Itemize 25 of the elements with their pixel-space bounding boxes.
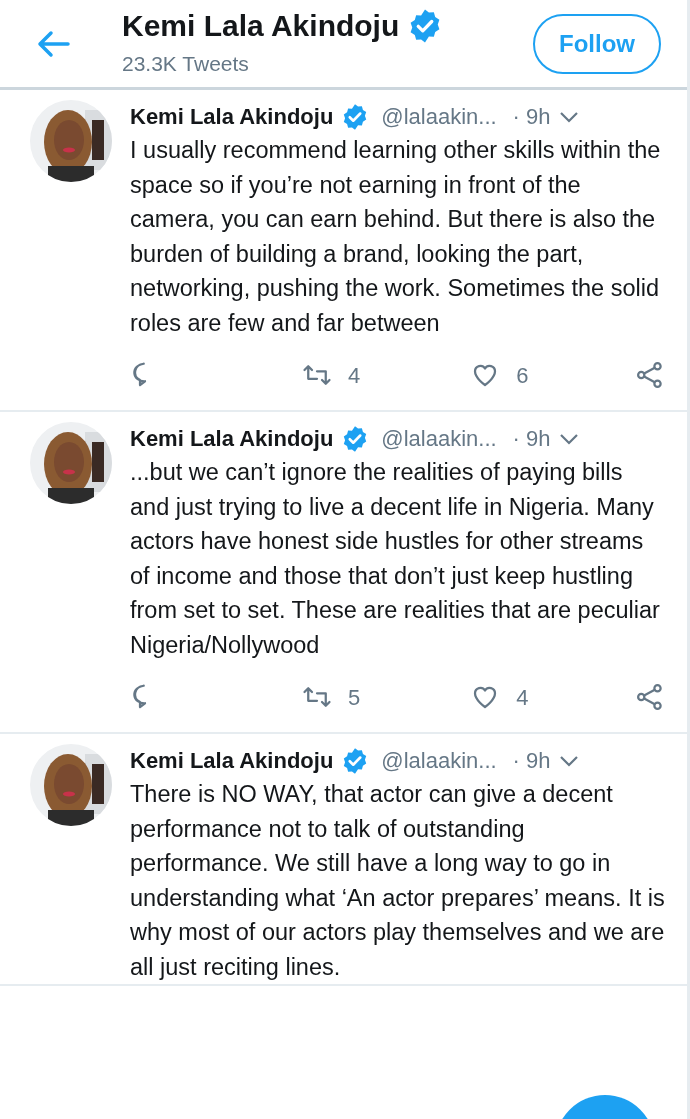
chevron-down-icon[interactable] [558, 110, 579, 123]
tweet-text: ...but we can’t ignore the realities of paying bills and just trying to live a decent life in Nigeria. Many actors have honest side hustles for other streams of income and those that don’t just keep hustling from set to set. These are realities that are peculiar Nigeria/Nollywood [130, 458, 661, 660]
author-handle: @lalaakin... [381, 747, 497, 775]
author-name: Kemi Lala Akindoju [130, 747, 334, 775]
tweet-time: · 9h [512, 747, 551, 775]
like-count: 6 [516, 361, 529, 390]
tweet-count: 23.3K Tweets [122, 50, 250, 77]
like-count: 4 [516, 683, 529, 712]
retweet-count: 4 [348, 361, 361, 390]
author-handle: @lalaakin... [381, 425, 497, 453]
tweet-time: · 9h [512, 103, 551, 131]
back-arrow-icon[interactable] [36, 29, 70, 58]
tweet-text: I usually recommend learning other skills within the space so if you’re not earning in front of the camera, you can earn behind. But there is also the burden of building a brand, looking the part, networking, pushing the work. Sometimes the solid roles are few and far between [130, 136, 662, 338]
chevron-down-icon[interactable] [558, 754, 579, 767]
share-icon[interactable] [635, 682, 665, 712]
share-icon[interactable] [635, 360, 665, 390]
tweet-text: There is NO WAY, that actor can give a decent performance not to talk of outstanding performance. We still have a long way to go in understanding what ‘An actor prepares’ means. It is why most of our actors play themselves and we are all just reciting lines. [130, 780, 665, 982]
retweet-count: 5 [348, 683, 361, 712]
tweet-time: · 9h [512, 425, 551, 453]
follow-button[interactable]: Follow [533, 13, 661, 74]
chevron-down-icon[interactable] [558, 432, 579, 445]
author-name: Kemi Lala Akindoju [130, 425, 334, 453]
author-handle: @lalaakin... [381, 103, 497, 131]
profile-name: Kemi Lala Akindoju [122, 9, 400, 43]
author-name: Kemi Lala Akindoju [130, 103, 334, 131]
